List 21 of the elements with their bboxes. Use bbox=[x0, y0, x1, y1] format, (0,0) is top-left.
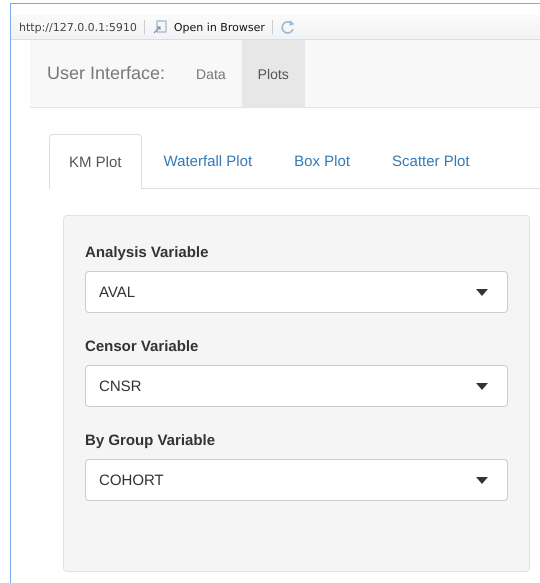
select-dropdown[interactable]: CNSR bbox=[85, 365, 508, 407]
select-dropdown[interactable]: COHORT bbox=[85, 459, 508, 501]
refresh-button[interactable] bbox=[280, 19, 296, 35]
tab[interactable]: Scatter Plot bbox=[372, 134, 490, 188]
select-dropdown[interactable]: AVAL bbox=[85, 271, 508, 313]
url-text: http://127.0.0.1:5910 bbox=[19, 20, 137, 34]
tab[interactable]: KM Plot bbox=[49, 134, 142, 189]
external-window-icon bbox=[152, 19, 168, 35]
tab[interactable]: Box Plot bbox=[274, 134, 370, 188]
caret-down-icon bbox=[476, 476, 488, 484]
nav-link[interactable]: Plots bbox=[242, 40, 305, 107]
field-label: Censor Variable bbox=[85, 338, 200, 355]
field-label: By Group Variable bbox=[85, 432, 216, 449]
field-label: Analysis Variable bbox=[85, 244, 210, 261]
tab[interactable]: Waterfall Plot bbox=[144, 134, 272, 188]
caret-down-icon bbox=[476, 288, 488, 296]
open-in-browser-button[interactable]: Open in Browser bbox=[152, 19, 265, 35]
caret-down-icon bbox=[476, 382, 488, 390]
refresh-icon bbox=[280, 19, 296, 35]
app-title: User Interface: bbox=[46, 62, 166, 85]
nav-link[interactable]: Data bbox=[180, 40, 242, 107]
